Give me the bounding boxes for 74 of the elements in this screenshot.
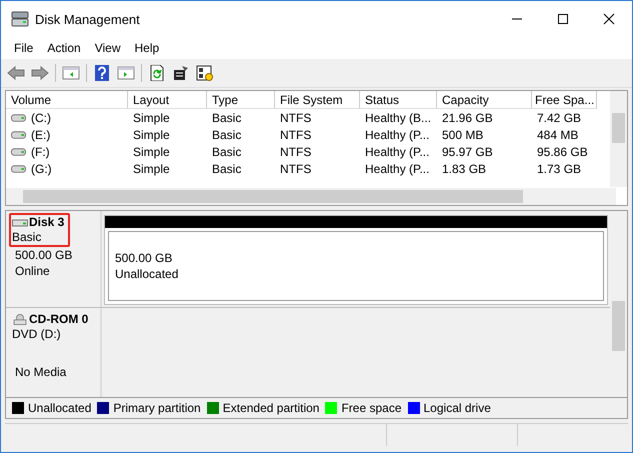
disk-status: No Media — [14, 364, 68, 380]
table-cell: Simple — [133, 144, 170, 158]
column-header[interactable]: Volume — [6, 91, 128, 109]
table-cell: (F:) — [31, 144, 50, 158]
drive-icon — [11, 130, 26, 140]
table-cell: (E:) — [31, 128, 50, 142]
window-title: Disk Management — [35, 12, 141, 26]
table-cell: NTFS — [280, 162, 312, 176]
table-cell: NTFS — [280, 128, 312, 142]
forward-arrow-icon[interactable] — [31, 65, 49, 81]
disk-drive-icon — [12, 216, 28, 228]
disk-detail: 500.00 GB — [14, 247, 74, 263]
table-cell: 7.42 GB — [537, 110, 582, 124]
back-arrow-icon[interactable] — [7, 65, 25, 81]
table-cell: Healthy (P... — [365, 144, 430, 158]
disk-detail: Online — [14, 263, 51, 279]
help-icon[interactable] — [93, 65, 111, 81]
table-cell: (C:) — [31, 110, 51, 124]
table-cell: 484 MB — [537, 128, 578, 142]
pane-icon[interactable] — [117, 65, 135, 81]
drive-icon — [11, 112, 26, 122]
table-cell: NTFS — [280, 110, 312, 124]
partition-block[interactable]: 500.00 GB Unallocated — [104, 215, 608, 305]
pane-icon[interactable] — [62, 65, 80, 81]
disk-drive-icon — [11, 11, 29, 27]
legend-label: Extended partition — [222, 401, 320, 415]
table-cell: 95.86 GB — [537, 144, 588, 158]
drive-icon — [11, 164, 26, 174]
table-cell: (G:) — [31, 162, 52, 176]
table-cell: Basic — [212, 110, 242, 124]
table-cell: 500 MB — [442, 128, 484, 142]
refresh-icon[interactable] — [148, 65, 166, 81]
cd-drive-icon — [12, 314, 28, 324]
table-cell: 95.97 GB — [442, 144, 493, 158]
partition-label: Unallocated — [114, 266, 180, 282]
properties-icon[interactable] — [172, 65, 190, 81]
column-header[interactable]: File System — [275, 91, 360, 109]
legend-label: Primary partition — [113, 401, 201, 415]
column-header[interactable]: Type — [207, 91, 275, 109]
disk-name: Disk 3 — [29, 215, 64, 229]
table-cell: 21.96 GB — [442, 110, 493, 124]
table-cell: Healthy (B... — [365, 110, 432, 124]
table-cell: Basic — [212, 162, 242, 176]
table-cell: Simple — [133, 128, 170, 142]
menu-item[interactable]: View — [88, 41, 128, 55]
horizontal-scrollbar[interactable] — [6, 188, 616, 205]
table-cell: Basic — [212, 144, 242, 158]
settings-icon[interactable] — [196, 65, 214, 81]
table-cell: Healthy (P... — [365, 162, 430, 176]
disk-name: CD-ROM 0 — [29, 312, 88, 326]
legend-label: Logical drive — [424, 401, 491, 415]
vertical-scrollbar[interactable] — [610, 91, 627, 187]
drive-icon — [11, 146, 26, 156]
column-header[interactable]: Free Spa... — [532, 91, 597, 109]
legend-label: Unallocated — [28, 401, 92, 415]
table-cell: 1.83 GB — [442, 162, 486, 176]
menu-item[interactable]: Action — [40, 41, 88, 55]
column-header[interactable]: Layout — [128, 91, 207, 109]
table-cell: Basic — [212, 128, 242, 142]
disk-detail: Basic — [12, 229, 42, 245]
menu-item[interactable]: Help — [128, 41, 166, 55]
table-cell: Simple — [133, 110, 170, 124]
partition-size: 500.00 GB — [114, 250, 174, 266]
column-header[interactable]: Status — [360, 91, 437, 109]
menu-item[interactable]: File — [7, 41, 40, 55]
table-cell: 1.73 GB — [537, 162, 582, 176]
column-header[interactable]: Capacity — [437, 91, 532, 109]
disk-info-panel[interactable]: CD-ROM 0 DVD (D:) No Media — [6, 308, 102, 397]
legend-label: Free space — [341, 401, 402, 415]
table-cell: Simple — [133, 162, 170, 176]
disk-detail: DVD (D:) — [12, 326, 62, 342]
table-cell: Healthy (P... — [365, 128, 430, 142]
table-cell: NTFS — [280, 144, 312, 158]
disk-info-panel[interactable]: Disk 3 Basic 500.00 GB Online — [6, 211, 102, 307]
